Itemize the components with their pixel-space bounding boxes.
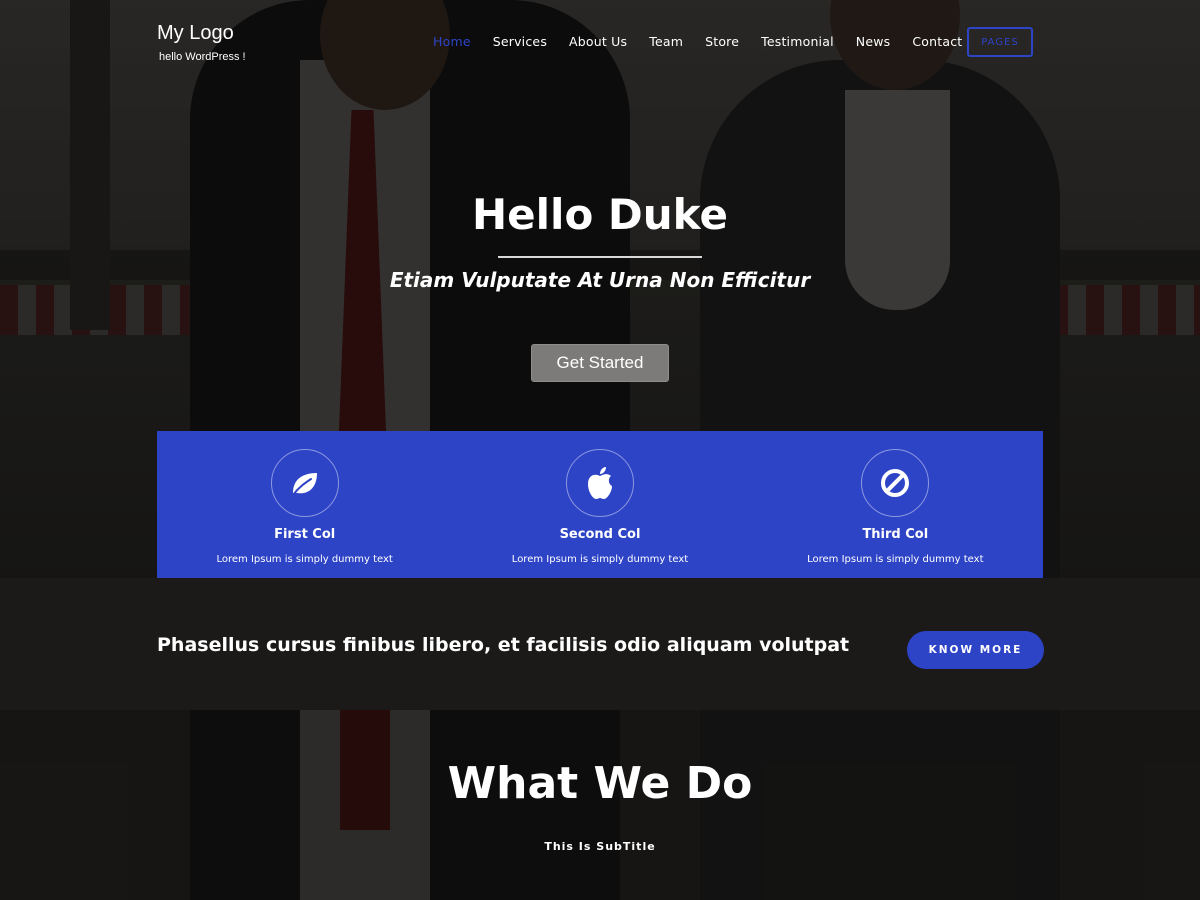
nav-home[interactable]: Home (433, 34, 471, 49)
hero-divider (498, 256, 702, 258)
nav-team[interactable]: Team (649, 34, 683, 49)
nav-about-us[interactable]: About Us (569, 34, 627, 49)
feature-column: First Col Lorem Ipsum is simply dummy te… (157, 431, 452, 597)
site-logo[interactable]: My Logo (157, 22, 246, 45)
site-tagline: hello WordPress ! (159, 51, 246, 63)
feature-title: First Col (274, 527, 336, 542)
feature-column: Second Col Lorem Ipsum is simply dummy t… (452, 431, 747, 597)
ban-icon[interactable] (861, 449, 930, 517)
nav-news[interactable]: News (856, 34, 891, 49)
section-subtitle: This Is SubTitle (544, 840, 656, 853)
feature-title: Second Col (559, 527, 641, 542)
get-started-button[interactable]: Get Started (531, 344, 669, 382)
main-nav: Home Services About Us Team Store Testim… (433, 34, 984, 49)
features-box: First Col Lorem Ipsum is simply dummy te… (157, 431, 1043, 597)
nav-testimonial[interactable]: Testimonial (761, 34, 834, 49)
callout-text: Phasellus cursus finibus libero, et faci… (157, 634, 850, 656)
feature-column: Third Col Lorem Ipsum is simply dummy te… (748, 431, 1043, 597)
apple-icon[interactable] (565, 449, 634, 517)
feature-text: Lorem Ipsum is simply dummy text (511, 554, 689, 565)
feature-text: Lorem Ipsum is simply dummy text (216, 554, 393, 565)
section-title: What We Do (447, 758, 753, 809)
feature-text: Lorem Ipsum is simply dummy text (807, 554, 984, 565)
hero-title: Hello Duke (472, 190, 728, 239)
know-more-button[interactable]: KNOW MORE (907, 631, 1044, 669)
pages-button[interactable]: PAGES (967, 27, 1033, 57)
nav-contact[interactable]: Contact (912, 34, 962, 49)
site-brand[interactable]: My Logo hello WordPress ! (157, 22, 246, 63)
nav-services[interactable]: Services (493, 34, 547, 49)
hero-subtitle: Etiam Vulputate At Urna Non Efficitur (389, 268, 811, 292)
nav-store[interactable]: Store (705, 34, 739, 49)
leaf-icon[interactable] (270, 449, 339, 517)
feature-title: Third Col (862, 527, 929, 542)
